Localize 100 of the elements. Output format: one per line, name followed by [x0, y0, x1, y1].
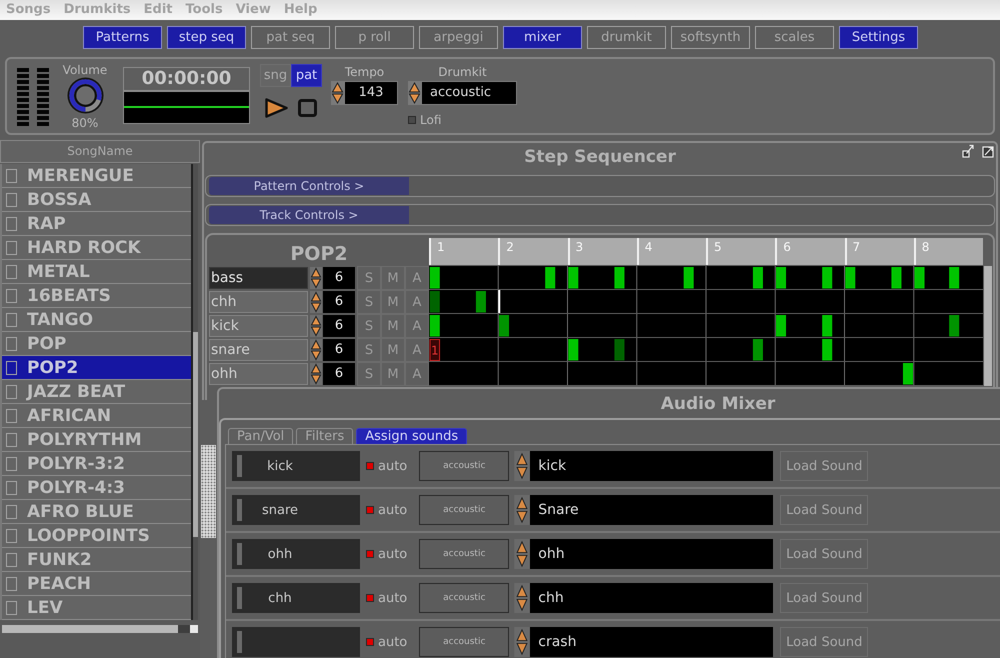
kit-button[interactable]: accoustic [419, 539, 510, 569]
value-field[interactable]: 6 [323, 291, 355, 313]
spinner-arrows-icon[interactable] [310, 339, 322, 361]
square-arrow-icon[interactable] [982, 144, 994, 158]
toggle-button[interactable]: A [405, 266, 429, 290]
kit-button[interactable]: accoustic [419, 495, 510, 525]
song-item[interactable]: 16BEATS [2, 284, 191, 308]
song-item[interactable]: TANGO [2, 308, 191, 332]
track-name-field[interactable]: snare [209, 339, 308, 361]
toggle-button[interactable]: M [381, 266, 405, 290]
load-sound-button[interactable]: Load Sound [780, 495, 868, 525]
checkbox[interactable] [6, 216, 17, 230]
checkbox[interactable] [6, 168, 17, 182]
view-tab[interactable]: Patterns [83, 26, 162, 49]
song-item[interactable]: JAZZ BEAT [2, 380, 191, 404]
tab[interactable]: Pan/Vol [228, 428, 294, 444]
checkbox[interactable] [6, 264, 17, 278]
checkbox[interactable] [6, 432, 17, 446]
song-item[interactable]: BOSSA [2, 188, 191, 212]
spinner-arrows-icon[interactable] [514, 451, 530, 481]
song-item[interactable]: AFRO BLUE [2, 500, 191, 524]
square-arrow-icon[interactable] [962, 144, 974, 158]
checkbox[interactable] [6, 384, 17, 398]
checkbox[interactable] [6, 336, 17, 350]
toggle-button[interactable]: S [357, 290, 381, 314]
track-name-field[interactable]: bass [209, 267, 308, 289]
checkbox[interactable] [6, 552, 17, 566]
play-icon[interactable] [265, 98, 288, 118]
view-tab[interactable]: softsynth [671, 26, 750, 49]
view-tab[interactable]: Settings [839, 26, 918, 49]
toggle-button[interactable]: S [357, 266, 381, 290]
menu-item[interactable]: Edit [144, 2, 173, 18]
stop-icon[interactable] [298, 99, 317, 117]
checkbox[interactable] [6, 528, 17, 542]
led-icon[interactable] [366, 594, 374, 602]
load-sound-button[interactable]: Load Sound [780, 583, 868, 613]
song-item[interactable]: METAL [2, 260, 191, 284]
menu-item[interactable]: Help [284, 2, 318, 18]
value-field[interactable]: 6 [323, 267, 355, 289]
sound-field[interactable]: Snare [530, 495, 774, 525]
song-item[interactable]: LOOPPOINTS [2, 524, 191, 548]
checkbox[interactable] [408, 116, 416, 124]
load-sound-button[interactable]: Load Sound [780, 539, 868, 569]
kit-button[interactable]: accoustic [419, 627, 510, 657]
menu-item[interactable]: Drumkits [64, 2, 131, 18]
spinner-arrows-icon[interactable] [310, 315, 322, 337]
spinner-arrows-icon[interactable] [310, 267, 322, 289]
scrollbar-thumb[interactable] [193, 332, 198, 537]
spinner-arrows-icon[interactable] [514, 627, 530, 657]
song-item[interactable]: LEV [2, 596, 191, 620]
led-icon[interactable] [366, 506, 374, 514]
mode-button[interactable]: sng [260, 64, 291, 87]
song-item[interactable]: PEACH [2, 572, 191, 596]
value-field[interactable]: 143 [344, 81, 398, 105]
song-item[interactable]: POP2 [2, 356, 191, 380]
tab[interactable]: Filters [296, 428, 354, 444]
toggle-button[interactable]: M [381, 362, 405, 386]
spinner-arrows-icon[interactable] [408, 81, 421, 105]
spinner-arrows-icon[interactable] [514, 539, 530, 569]
toggle-button[interactable]: M [381, 338, 405, 362]
checkbox[interactable] [6, 456, 17, 470]
toggle-button[interactable]: S [357, 314, 381, 338]
sound-field[interactable]: chh [530, 583, 774, 613]
view-tab[interactable]: step seq [167, 26, 246, 49]
spinner-arrows-icon[interactable] [310, 363, 322, 385]
toggle-button[interactable]: M [381, 314, 405, 338]
tab[interactable]: Assign sounds [356, 428, 468, 444]
song-item[interactable]: POLYR-4:3 [2, 476, 191, 500]
expand-button[interactable]: Track Controls > [209, 206, 409, 224]
song-item[interactable]: AFRICAN [2, 404, 191, 428]
song-item[interactable]: POLYRYTHM [2, 428, 191, 452]
checkbox[interactable] [6, 600, 17, 614]
song-item[interactable]: HARD ROCK [2, 236, 191, 260]
menu-item[interactable]: View [236, 2, 271, 18]
toggle-button[interactable]: A [405, 362, 429, 386]
checkbox[interactable] [6, 408, 17, 422]
menu-item[interactable]: Tools [186, 2, 223, 18]
kit-button[interactable]: accoustic [419, 451, 510, 481]
toggle-button[interactable]: S [357, 362, 381, 386]
track-name-field[interactable]: chh [209, 291, 308, 313]
view-tab[interactable]: pat seq [251, 26, 330, 49]
menu-item[interactable]: Songs [6, 2, 51, 18]
checkbox[interactable] [6, 192, 17, 206]
led-icon[interactable] [366, 462, 374, 470]
checkbox[interactable] [6, 240, 17, 254]
sound-field[interactable]: kick [530, 451, 774, 481]
song-item[interactable]: RAP [2, 212, 191, 236]
view-tab[interactable]: mixer [503, 26, 582, 49]
song-item[interactable]: POP [2, 332, 191, 356]
track-name-field[interactable]: kick [209, 315, 308, 337]
song-item[interactable]: POLYR-3:2 [2, 452, 191, 476]
checkbox[interactable] [6, 504, 17, 518]
view-tab[interactable]: p roll [335, 26, 414, 49]
checkbox[interactable] [6, 576, 17, 590]
toggle-button[interactable]: A [405, 314, 429, 338]
mode-button[interactable]: pat [291, 64, 322, 87]
toggle-button[interactable]: M [381, 290, 405, 314]
kit-button[interactable]: accoustic [419, 583, 510, 613]
song-item[interactable]: MERENGUE [2, 164, 191, 188]
toggle-button[interactable]: A [405, 290, 429, 314]
